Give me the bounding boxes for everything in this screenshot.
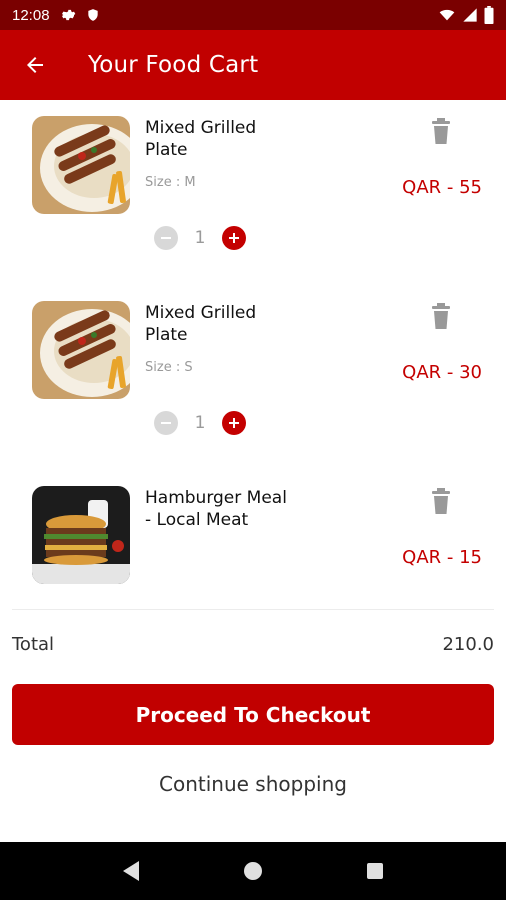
signal-icon <box>463 8 477 22</box>
cart-item: Hamburger Meal - Local Meat QAR - 15 <box>0 470 506 650</box>
quantity-stepper: 1 <box>154 411 246 435</box>
nav-back-button[interactable] <box>111 851 151 891</box>
plus-icon <box>229 418 239 428</box>
back-button[interactable] <box>0 30 70 100</box>
trash-icon <box>432 118 450 144</box>
divider <box>12 609 494 610</box>
decrease-button[interactable] <box>154 411 178 435</box>
trash-icon <box>432 303 450 329</box>
mixed-grill-image <box>32 116 130 214</box>
item-price: QAR - 15 <box>402 547 482 568</box>
page-title: Your Food Cart <box>88 52 259 78</box>
cart-item: Mixed Grilled Plate Size : S QAR - 30 1 <box>0 285 506 465</box>
circle-home-icon <box>244 862 262 880</box>
item-price: QAR - 30 <box>402 362 482 383</box>
quantity-stepper: 1 <box>154 226 246 250</box>
navigation-bar <box>0 842 506 900</box>
increase-button[interactable] <box>222 226 246 250</box>
app-bar: Your Food Cart <box>0 30 506 100</box>
increase-button[interactable] <box>222 411 246 435</box>
item-size: Size : M <box>145 175 196 190</box>
item-name: Mixed Grilled Plate <box>145 303 257 345</box>
triangle-back-icon <box>123 861 139 881</box>
item-size: Size : S <box>145 360 193 375</box>
trash-icon <box>432 488 450 514</box>
status-time: 12:08 <box>12 6 50 24</box>
status-bar: 12:08 <box>0 0 506 30</box>
item-price: QAR - 55 <box>402 177 482 198</box>
gear-icon <box>61 9 75 21</box>
item-name: Hamburger Meal - Local Meat <box>145 488 287 530</box>
delete-button[interactable] <box>429 118 453 144</box>
quantity-value: 1 <box>194 228 206 248</box>
arrow-left-icon <box>27 57 43 73</box>
hamburger-image <box>32 486 130 584</box>
wifi-icon <box>439 9 455 21</box>
mixed-grill-image <box>32 301 130 399</box>
nav-home-button[interactable] <box>233 851 273 891</box>
square-recents-icon <box>367 863 383 879</box>
total-label: Total <box>12 634 55 655</box>
nav-recents-button[interactable] <box>355 851 395 891</box>
decrease-button[interactable] <box>154 226 178 250</box>
item-name: Mixed Grilled Plate <box>145 118 257 160</box>
delete-button[interactable] <box>429 488 453 514</box>
shield-icon <box>87 9 98 21</box>
continue-shopping-link[interactable]: Continue shopping <box>0 772 506 796</box>
plus-icon <box>229 233 239 243</box>
minus-icon <box>161 237 171 239</box>
minus-icon <box>161 422 171 424</box>
quantity-value: 1 <box>194 413 206 433</box>
checkout-button[interactable]: Proceed To Checkout <box>12 684 494 745</box>
delete-button[interactable] <box>429 303 453 329</box>
battery-icon <box>484 6 494 24</box>
total-value: 210.0 <box>442 634 494 655</box>
cart-item: Mixed Grilled Plate Size : M QAR - 55 1 <box>0 100 506 280</box>
